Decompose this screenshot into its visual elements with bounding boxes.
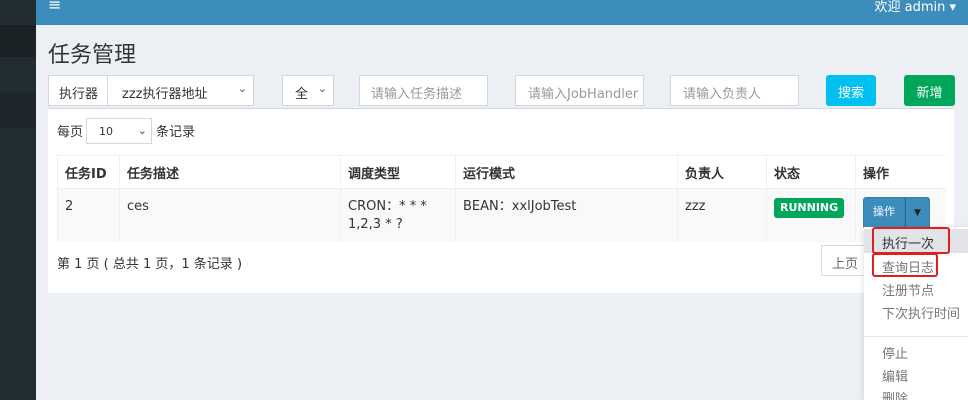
user-menu[interactable]: 欢迎 admin ▾ [874, 0, 956, 15]
cell-id: 2 [57, 188, 120, 242]
prev-page-button[interactable]: 上页 [821, 245, 870, 276]
pager-info: 第 1 页 ( 总共 1 页，1 条记录 ) [57, 257, 243, 272]
menu-item-edit[interactable]: 编辑 [882, 366, 908, 385]
executor-select[interactable]: zzz执行器地址 ⌄ [107, 75, 254, 106]
caret-down-icon[interactable]: ▼ [905, 197, 930, 229]
sidebar-block [0, 25, 36, 57]
cell-author: zzz [677, 188, 767, 242]
status-select-value: 全 [295, 87, 309, 102]
col-header-status[interactable]: 状态 [766, 155, 856, 189]
add-button[interactable]: 新增 [904, 75, 955, 106]
highlight-box-trigger-once [872, 227, 950, 254]
action-button-group: 操作 ▼ [863, 197, 946, 229]
highlight-box-query-log [872, 253, 938, 277]
dropdown-divider [864, 336, 968, 337]
table-header-row: 任务ID 任务描述 调度类型 运行模式 负责人 状态 操作 [57, 155, 946, 189]
page-size-suffix: 条记录 [156, 125, 196, 140]
menu-item-next-trigger-time[interactable]: 下次执行时间 [882, 303, 960, 322]
status-badge: RUNNING [774, 198, 845, 218]
executor-select-value: zzz执行器地址 [122, 87, 208, 102]
author-input[interactable]: 请输入负责人 [670, 75, 799, 106]
main-content: 任务管理 执行器 zzz执行器地址 ⌄ 全 ⌄ 请输入任务描述 请输入JobHa… [36, 25, 968, 400]
table-row: 2 ces CRON：* * * 1,2,3 * ? BEAN：xxlJobTe… [57, 188, 946, 242]
col-header-schedule[interactable]: 调度类型 [340, 155, 456, 189]
cell-schedule: CRON：* * * 1,2,3 * ? [340, 188, 456, 242]
cell-desc: ces [119, 188, 341, 242]
col-header-desc[interactable]: 任务描述 [119, 155, 341, 189]
chevron-down-icon: ⌄ [137, 124, 147, 137]
page-size-value: 10 [99, 125, 113, 138]
page-size-select[interactable]: 10 ⌄ [86, 118, 152, 144]
status-select[interactable]: 全 ⌄ [282, 75, 334, 106]
sidebar-active-item[interactable] [0, 92, 36, 128]
jobhandler-input[interactable]: 请输入JobHandler [515, 75, 644, 106]
task-desc-input[interactable]: 请输入任务描述 [359, 75, 488, 106]
page-size-prefix: 每页 [57, 125, 84, 140]
col-header-author[interactable]: 负责人 [677, 155, 767, 189]
job-table-box: 每页 10 ⌄ 条记录 任务ID 任务描述 调度类型 运行模式 负责人 状态 操… [48, 108, 954, 293]
executor-label: 执行器 [48, 75, 108, 106]
menu-item-delete[interactable]: 删除 [882, 388, 908, 400]
job-table: 任务ID 任务描述 调度类型 运行模式 负责人 状态 操作 2 ces CRON… [57, 155, 946, 242]
sidebar [0, 0, 36, 400]
hamburger-icon[interactable]: ≡ [48, 0, 61, 14]
menu-item-registry-nodes[interactable]: 注册节点 [882, 280, 934, 299]
col-header-action: 操作 [855, 155, 946, 189]
schedule-line-2: 1,2,3 * ? [348, 217, 403, 232]
topbar: ≡ 欢迎 admin ▾ [36, 0, 968, 25]
col-header-mode[interactable]: 运行模式 [455, 155, 678, 189]
page-title: 任务管理 [48, 43, 137, 68]
search-button[interactable]: 搜索 [826, 75, 876, 106]
cell-status: RUNNING [766, 188, 856, 242]
chevron-down-icon: ⌄ [237, 82, 247, 95]
col-header-id[interactable]: 任务ID [57, 155, 120, 189]
cell-mode: BEAN：xxlJobTest [455, 188, 678, 242]
chevron-down-icon: ⌄ [317, 82, 327, 95]
schedule-line-1: CRON：* * * [348, 199, 427, 214]
menu-item-stop[interactable]: 停止 [882, 343, 908, 362]
action-button[interactable]: 操作 [863, 197, 905, 229]
